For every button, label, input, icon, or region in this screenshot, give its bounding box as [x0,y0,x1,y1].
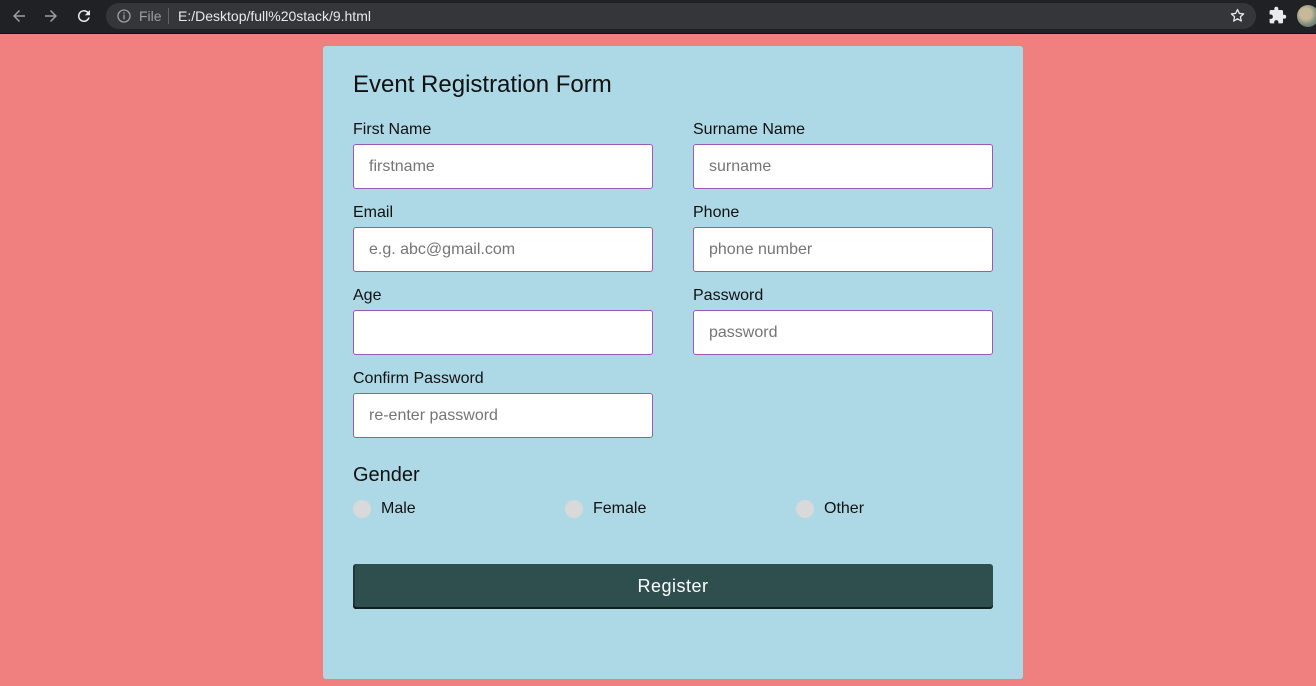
back-arrow-icon[interactable] [8,5,30,27]
gender-radio-male[interactable]: Male [353,500,416,518]
gender-option-label: Female [593,500,647,517]
forward-arrow-icon[interactable] [40,5,62,27]
confirm-password-label: Confirm Password [353,370,484,387]
confirm-password-input[interactable] [353,393,653,438]
gender-option-label: Male [381,500,416,517]
age-input[interactable] [353,310,653,355]
gender-option-label: Other [824,500,865,517]
surname-field: Surname Name [693,120,993,189]
register-button[interactable]: Register [353,564,993,609]
surname-label: Surname Name [693,121,806,138]
form-title: Event Registration Form [353,71,612,98]
email-field: Email [353,203,653,272]
surname-input[interactable] [693,144,993,189]
password-label: Password [693,287,764,304]
star-icon[interactable] [1229,7,1246,24]
password-field: Password [693,286,993,355]
gender-radio-other[interactable]: Other [796,500,864,518]
url-text[interactable]: E:/Desktop/full%20stack/9.html [178,8,371,24]
password-input[interactable] [693,310,993,355]
age-label: Age [353,287,382,304]
address-divider [168,8,169,24]
radio-circle[interactable] [796,500,814,518]
browser-toolbar: File E:/Desktop/full%20stack/9.html [0,0,1316,34]
radio-circle[interactable] [565,500,583,518]
radio-circle[interactable] [353,500,371,518]
registration-form-card: Event Registration Form First Name Surna… [323,46,1023,679]
extensions-icon[interactable] [1268,6,1287,25]
file-scheme-label: File [139,8,162,24]
email-label: Email [353,204,394,221]
first-name-input[interactable] [353,144,653,189]
age-field: Age [353,286,653,355]
gender-radio-female[interactable]: Female [565,500,646,518]
profile-avatar[interactable] [1297,5,1316,27]
address-bar[interactable]: File E:/Desktop/full%20stack/9.html [106,3,1256,29]
phone-field: Phone [693,203,993,272]
phone-input[interactable] [693,227,993,272]
info-icon[interactable] [116,8,132,24]
email-input[interactable] [353,227,653,272]
gender-heading: Gender [353,464,420,486]
phone-label: Phone [693,204,740,221]
confirm-password-field: Confirm Password [353,369,653,438]
reload-icon[interactable] [73,5,95,27]
first-name-field: First Name [353,120,653,189]
first-name-label: First Name [353,121,432,138]
